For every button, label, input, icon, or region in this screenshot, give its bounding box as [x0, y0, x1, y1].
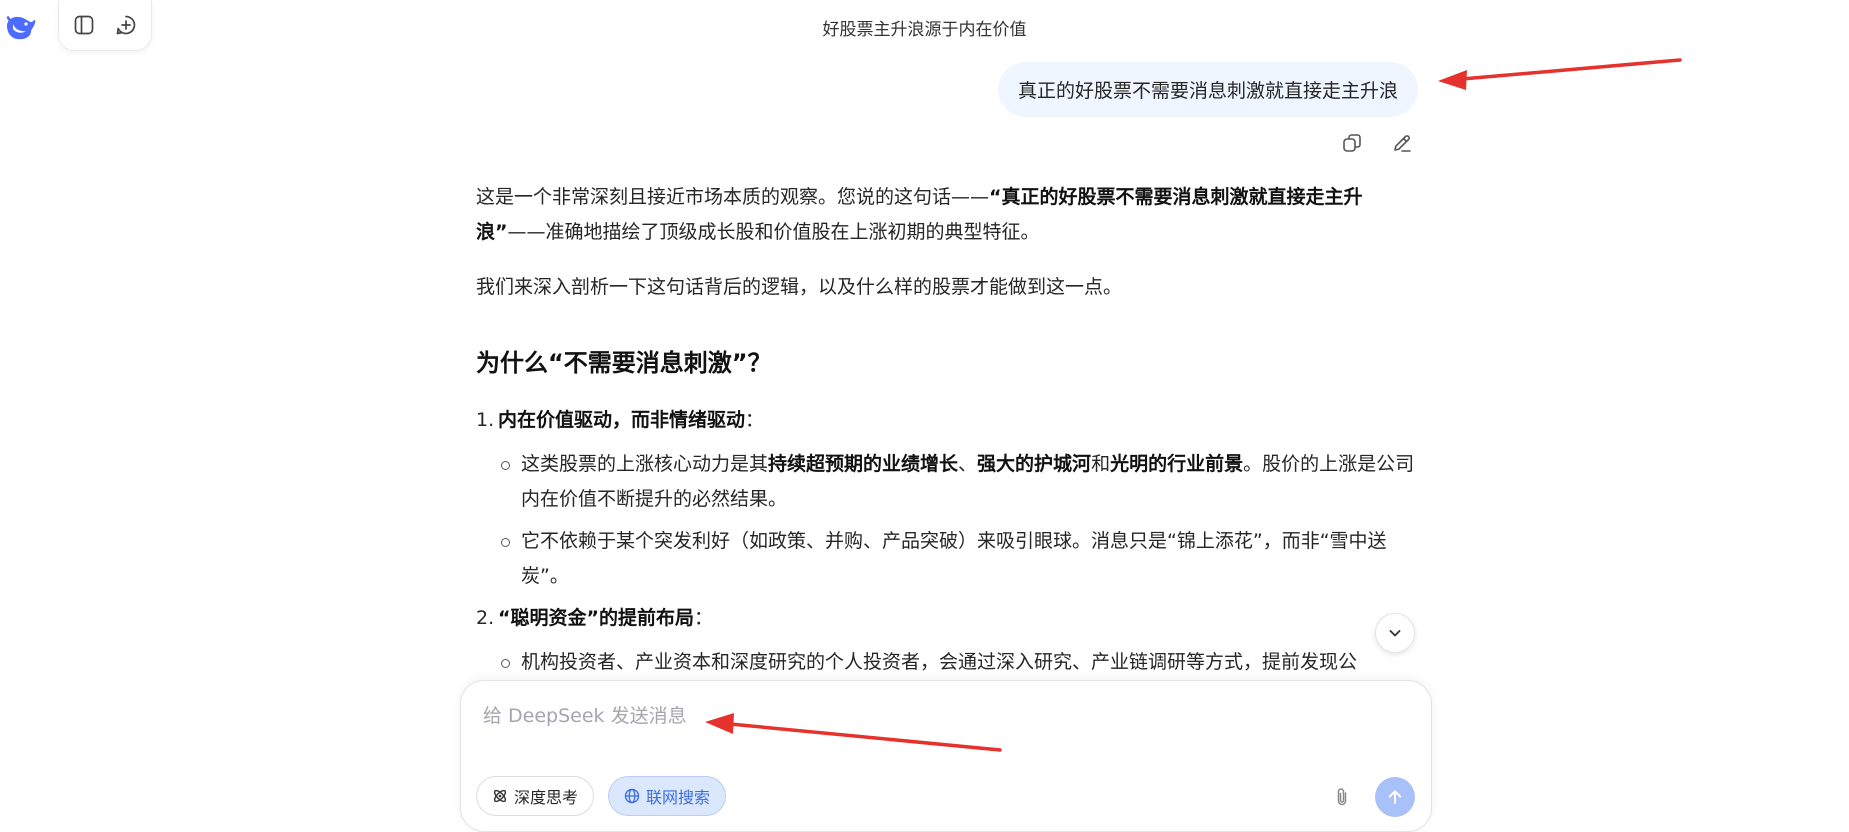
- annotation-arrow: [1438, 58, 1682, 90]
- edit-icon[interactable]: [1390, 131, 1414, 155]
- list-item-title: “聪明资金”的提前布局: [498, 607, 694, 629]
- bullet-bold: 强大的护城河: [977, 453, 1092, 475]
- sub-list: 机构投资者、产业资本和深度研究的个人投资者，会通过深入研究、产业链调研等方式，提…: [476, 645, 1416, 680]
- conversation-title: 好股票主升浪源于内在价值: [822, 20, 1027, 40]
- list-item: 2. “聪明资金”的提前布局：: [476, 601, 1416, 636]
- list-item-title: 内在价值驱动，而非情绪驱动: [498, 409, 746, 431]
- chat-page: 好股票主升浪源于内在价值 真正的好股票不需要消息刺激就直接走主升浪 这是一个非常…: [0, 0, 1849, 832]
- globe-icon: [624, 788, 640, 804]
- answer-heading: 为什么“不需要消息刺激”？: [476, 349, 772, 377]
- bullet-text: 这类股票的上涨核心动力是其: [521, 453, 769, 475]
- web-search-label: 联网搜索: [646, 788, 711, 807]
- bullet-bold: 持续超预期的业绩增长: [768, 453, 959, 475]
- bullet-separator: 和: [1091, 453, 1111, 475]
- message-composer: 深度思考 联网搜索: [460, 680, 1432, 832]
- list-number: 2.: [476, 607, 495, 629]
- answer-intro: 这是一个非常深刻且接近市场本质的观察。您说的这句话——“真正的好股票不需要消息刺…: [476, 180, 1416, 250]
- paperclip-icon[interactable]: [1330, 785, 1354, 809]
- deep-think-toggle[interactable]: 深度思考: [476, 776, 595, 816]
- send-button[interactable]: [1375, 777, 1415, 817]
- sub-list-item: 它不依赖于某个突发利好（如政策、并购、产品突破）来吸引眼球。消息只是“锦上添花”…: [501, 524, 1416, 594]
- sub-list: 这类股票的上涨核心动力是其持续超预期的业绩增长、强大的护城河和光明的行业前景。股…: [476, 447, 1416, 594]
- assistant-answer: 这是一个非常深刻且接近市场本质的观察。您说的这句话——“真正的好股票不需要消息刺…: [476, 180, 1416, 680]
- sub-list-item: 机构投资者、产业资本和深度研究的个人投资者，会通过深入研究、产业链调研等方式，提…: [501, 645, 1416, 680]
- list-number: 1.: [476, 409, 495, 431]
- list-item-colon: ：: [745, 409, 765, 431]
- bullet-bold: 光明的行业前景: [1110, 453, 1244, 475]
- arrow-up-icon: [1388, 790, 1402, 804]
- bullet-separator: 、: [958, 453, 978, 475]
- user-message-text: 真正的好股票不需要消息刺激就直接走主升浪: [1017, 80, 1398, 102]
- message-actions: [1340, 131, 1414, 155]
- user-message-bubble: 真正的好股票不需要消息刺激就直接走主升浪: [997, 62, 1418, 117]
- answer-paragraph: 我们来深入剖析一下这句话背后的逻辑，以及什么样的股票才能做到这一点。: [476, 276, 1123, 298]
- sub-list-item: 这类股票的上涨核心动力是其持续超预期的业绩增长、强大的护城河和光明的行业前景。股…: [501, 447, 1416, 517]
- scroll-to-bottom-button[interactable]: [1375, 613, 1415, 653]
- message-input[interactable]: [483, 701, 1383, 751]
- intro-text-end: ——准确地描绘了顶级成长股和价值股在上涨初期的典型特征。: [507, 221, 1040, 243]
- web-search-toggle[interactable]: 联网搜索: [608, 776, 727, 816]
- list-item-colon: ：: [693, 607, 713, 629]
- list-item: 1. 内在价值驱动，而非情绪驱动：: [476, 403, 1416, 438]
- atom-icon: [493, 789, 507, 803]
- intro-text: 这是一个非常深刻且接近市场本质的观察。您说的这句话——: [476, 186, 990, 208]
- deep-think-label: 深度思考: [514, 788, 579, 807]
- copy-icon[interactable]: [1340, 131, 1364, 155]
- chevron-down-icon: [1389, 630, 1401, 637]
